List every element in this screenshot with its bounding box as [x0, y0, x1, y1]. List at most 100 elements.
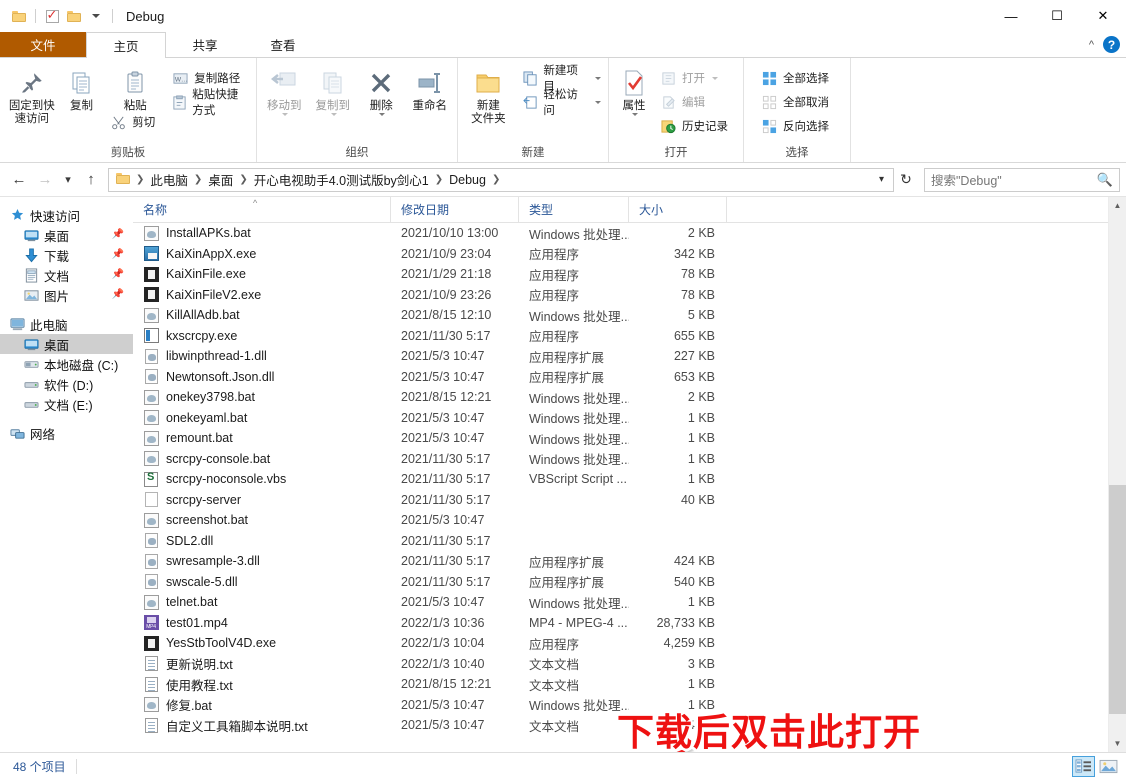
- paste-button[interactable]: 粘贴: [106, 62, 164, 113]
- back-arrow-icon[interactable]: ←: [6, 167, 32, 193]
- table-row[interactable]: KillAllAdb.bat 2021/8/15 12:10 Windows 批处理…: [133, 305, 1126, 326]
- table-row[interactable]: SDL2.dll 2021/11/30 5:17: [133, 531, 1126, 552]
- pin-to-quick-access-button[interactable]: 固定到快 速访问: [7, 62, 57, 126]
- table-row[interactable]: onekey3798.bat 2021/8/15 12:21 Windows 批处理…: [133, 387, 1126, 408]
- table-row[interactable]: 修复.bat 2021/5/3 10:47 Windows 批处理... 1 KB: [133, 695, 1126, 716]
- table-row[interactable]: 自定义工具箱脚本说明.txt 2021/5/3 10:47 文本文档 4 KB: [133, 715, 1126, 736]
- file-name-cell[interactable]: 修复.bat: [133, 695, 391, 714]
- file-name-cell[interactable]: remount.bat: [133, 430, 391, 446]
- chevron-down-icon[interactable]: [282, 113, 289, 116]
- file-name-cell[interactable]: onekey3798.bat: [133, 389, 391, 405]
- sidebar-item-pictures[interactable]: 图片 📌: [0, 285, 133, 305]
- cut-button[interactable]: 剪切: [106, 111, 164, 133]
- sidebar-item-documents[interactable]: 文档 📌: [0, 265, 133, 285]
- table-row[interactable]: 更新说明.txt 2022/1/3 10:40 文本文档 3 KB: [133, 654, 1126, 675]
- refresh-icon[interactable]: ↻: [894, 168, 918, 192]
- sidebar-item-software-d[interactable]: 软件 (D:): [0, 374, 133, 394]
- file-name-cell[interactable]: KaiXinAppX.exe: [133, 246, 391, 262]
- large-icons-view-icon[interactable]: [1097, 756, 1120, 777]
- sidebar-item-documents-e[interactable]: 文档 (E:): [0, 394, 133, 414]
- new-folder-button[interactable]: 新建 文件夹: [461, 62, 516, 126]
- properties-check-icon[interactable]: [41, 5, 63, 27]
- properties-button[interactable]: 属性: [612, 62, 656, 116]
- file-name-cell[interactable]: kxscrcpy.exe: [133, 328, 391, 344]
- sidebar-item-downloads[interactable]: 下载 📌: [0, 245, 133, 265]
- file-name-cell[interactable]: KillAllAdb.bat: [133, 307, 391, 323]
- file-name-cell[interactable]: swscale-5.dll: [133, 574, 391, 590]
- table-row[interactable]: scrcpy-console.bat 2021/11/30 5:17 Windows…: [133, 449, 1126, 470]
- table-row[interactable]: screenshot.bat 2021/5/3 10:47: [133, 510, 1126, 531]
- sidebar-item-desktop-pc[interactable]: 桌面: [0, 334, 133, 354]
- file-name-cell[interactable]: scrcpy-server: [133, 492, 391, 508]
- column-header-name[interactable]: 名称 ^: [133, 197, 391, 222]
- tab-share[interactable]: 共享: [166, 32, 244, 57]
- chevron-down-icon[interactable]: [712, 76, 718, 80]
- delete-button[interactable]: 删除: [357, 62, 406, 116]
- table-row[interactable]: KaiXinFileV2.exe 2021/10/9 23:26 应用程序 78 KB: [133, 285, 1126, 306]
- column-header-date[interactable]: 修改日期: [391, 197, 519, 222]
- vertical-scrollbar[interactable]: ▲ ▼: [1108, 197, 1126, 752]
- table-row[interactable]: InstallAPKs.bat 2021/10/10 13:00 Windows 批…: [133, 223, 1126, 244]
- breadcrumb-item-this-pc[interactable]: 此电脑: [145, 170, 193, 189]
- chevron-up-icon[interactable]: ^: [1089, 39, 1094, 51]
- file-name-cell[interactable]: onekeyaml.bat: [133, 410, 391, 426]
- table-row[interactable]: telnet.bat 2021/5/3 10:47 Windows 批处理... 1 …: [133, 592, 1126, 613]
- file-name-cell[interactable]: KaiXinFileV2.exe: [133, 287, 391, 303]
- column-header-size[interactable]: 大小: [629, 197, 727, 222]
- maximize-button[interactable]: ☐: [1034, 0, 1080, 32]
- file-name-cell[interactable]: 使用教程.txt: [133, 675, 391, 694]
- search-icon[interactable]: 🔍: [1097, 172, 1113, 188]
- file-name-cell[interactable]: swresample-3.dll: [133, 553, 391, 569]
- chevron-down-icon[interactable]: [379, 113, 386, 116]
- column-header-type[interactable]: 类型: [519, 197, 629, 222]
- easy-access-button[interactable]: 轻松访问: [518, 89, 605, 117]
- help-icon[interactable]: ?: [1103, 36, 1120, 53]
- file-name-cell[interactable]: InstallAPKs.bat: [133, 225, 391, 241]
- table-row[interactable]: KaiXinAppX.exe 2021/10/9 23:04 应用程序 342 KB: [133, 244, 1126, 265]
- file-name-cell[interactable]: test01.mp4: [133, 615, 391, 631]
- scrollbar-track[interactable]: [1109, 214, 1126, 735]
- details-view-icon[interactable]: [1072, 756, 1095, 777]
- sidebar-item-local-disk-c[interactable]: 本地磁盘 (C:): [0, 354, 133, 374]
- history-button[interactable]: 历史记录: [656, 115, 732, 137]
- file-name-cell[interactable]: 更新说明.txt: [133, 654, 391, 673]
- open-button[interactable]: 打开: [656, 67, 732, 89]
- chevron-down-icon[interactable]: [330, 113, 337, 116]
- new-folder-icon[interactable]: [63, 5, 85, 27]
- table-row[interactable]: test01.mp4 2022/1/3 10:36 MP4 - MPEG-4 ...…: [133, 613, 1126, 634]
- copy-button[interactable]: 复制: [57, 62, 107, 113]
- folder-icon[interactable]: [8, 5, 30, 27]
- scrollbar-thumb[interactable]: [1109, 484, 1126, 715]
- table-row[interactable]: swresample-3.dll 2021/11/30 5:17 应用程序扩展 424…: [133, 551, 1126, 572]
- file-name-cell[interactable]: KaiXinFile.exe: [133, 266, 391, 282]
- table-row[interactable]: kxscrcpy.exe 2021/11/30 5:17 应用程序 655 KB: [133, 326, 1126, 347]
- column-header-blank[interactable]: [727, 197, 1126, 222]
- chevron-down-icon[interactable]: [595, 100, 601, 104]
- breadcrumb-item-debug[interactable]: Debug: [444, 173, 491, 187]
- select-none-button[interactable]: 全部取消: [757, 91, 833, 113]
- table-row[interactable]: scrcpy-noconsole.vbs 2021/11/30 5:17 VBScr…: [133, 469, 1126, 490]
- file-name-cell[interactable]: telnet.bat: [133, 594, 391, 610]
- table-row[interactable]: scrcpy-server 2021/11/30 5:17 40 KB: [133, 490, 1126, 511]
- edit-button[interactable]: 编辑: [656, 91, 732, 113]
- forward-arrow-icon[interactable]: →: [32, 167, 58, 193]
- select-all-button[interactable]: 全部选择: [757, 67, 833, 89]
- tab-home[interactable]: 主页: [86, 32, 166, 58]
- scroll-down-button[interactable]: ▼: [1109, 735, 1126, 752]
- chevron-down-icon[interactable]: [632, 113, 638, 116]
- chevron-down-icon[interactable]: ▾: [872, 174, 891, 185]
- file-name-cell[interactable]: YesStbToolV4D.exe: [133, 635, 391, 651]
- sidebar-item-desktop-qa[interactable]: 桌面 📌: [0, 225, 133, 245]
- table-row[interactable]: KaiXinFile.exe 2021/1/29 21:18 应用程序 78 KB: [133, 264, 1126, 285]
- move-to-button[interactable]: 移动到: [260, 62, 309, 116]
- table-row[interactable]: onekeyaml.bat 2021/5/3 10:47 Windows 批处理..…: [133, 408, 1126, 429]
- search-input[interactable]: 搜索"Debug" 🔍: [924, 167, 1120, 192]
- file-name-cell[interactable]: scrcpy-console.bat: [133, 451, 391, 467]
- table-row[interactable]: Newtonsoft.Json.dll 2021/5/3 10:47 应用程序扩展 6…: [133, 367, 1126, 388]
- file-name-cell[interactable]: SDL2.dll: [133, 533, 391, 549]
- file-name-cell[interactable]: scrcpy-noconsole.vbs: [133, 471, 391, 487]
- table-row[interactable]: 使用教程.txt 2021/8/15 12:21 文本文档 1 KB: [133, 674, 1126, 695]
- sidebar-item-this-pc[interactable]: 此电脑: [0, 314, 133, 334]
- recent-locations-icon[interactable]: ▾: [58, 167, 78, 193]
- breadcrumb-item-project[interactable]: 开心电视助手4.0测试版by剑心1: [249, 170, 434, 189]
